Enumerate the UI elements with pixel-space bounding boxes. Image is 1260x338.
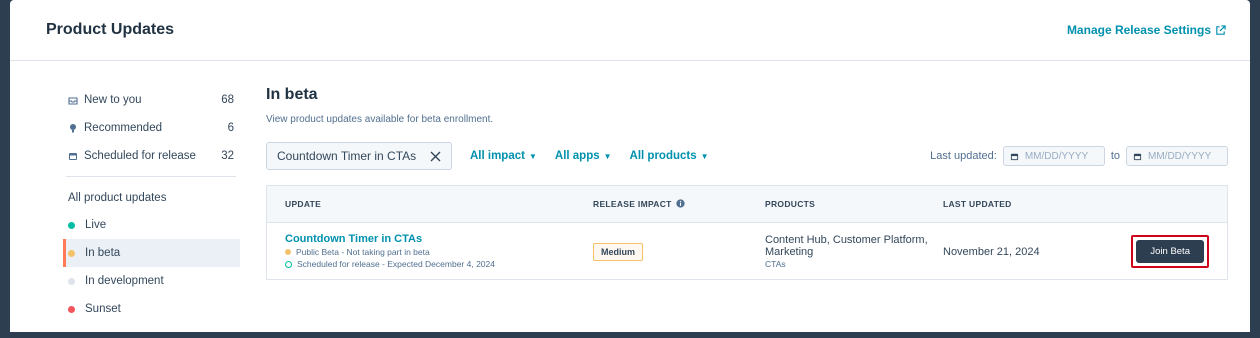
search-input[interactable]: Countdown Timer in CTAs bbox=[266, 142, 452, 170]
info-icon[interactable] bbox=[676, 199, 685, 208]
sidebar-item-label: In development bbox=[85, 275, 164, 287]
sidebar-item-count: 32 bbox=[221, 150, 234, 162]
impact-cell: Medium bbox=[593, 242, 765, 261]
sidebar-item-scheduled[interactable]: Scheduled for release 32 bbox=[66, 142, 236, 170]
date-from-input[interactable]: MM/DD/YYYY bbox=[1002, 146, 1105, 166]
filter-bar: Countdown Timer in CTAs All impact ▼ All… bbox=[266, 141, 1228, 171]
manage-link-label: Manage Release Settings bbox=[1066, 23, 1211, 37]
section-subtitle: View product updates available for beta … bbox=[266, 114, 494, 125]
sidebar-item-recommended[interactable]: Recommended 6 bbox=[66, 114, 236, 142]
product-updates-window: Product Updates Manage Release Settings … bbox=[10, 0, 1250, 332]
action-cell: Join Beta bbox=[1103, 234, 1227, 268]
status-dot-icon bbox=[285, 249, 291, 255]
date-filter-label: Last updated: bbox=[930, 150, 997, 162]
products-text: Content Hub, Customer Platform, Marketin… bbox=[765, 233, 928, 258]
schedule-line: Scheduled for release - Expected Decembe… bbox=[285, 259, 593, 269]
filter-label: All impact bbox=[470, 150, 525, 162]
date-to-placeholder: MM/DD/YYYY bbox=[1148, 150, 1212, 162]
sidebar-heading: All product updates bbox=[68, 192, 167, 204]
sidebar-item-label: In beta bbox=[85, 247, 121, 259]
filter-label: All apps bbox=[554, 150, 600, 162]
schedule-text: Scheduled for release - Expected Decembe… bbox=[297, 259, 495, 269]
section-title: In beta bbox=[266, 86, 318, 103]
status-dot-icon bbox=[68, 221, 75, 229]
sidebar-item-count: 68 bbox=[221, 94, 234, 106]
apps-filter-dropdown[interactable]: All apps ▼ bbox=[555, 150, 612, 162]
impact-badge: Medium bbox=[593, 242, 644, 261]
highlight-box: Join Beta bbox=[1131, 234, 1209, 268]
last-updated-cell: November 21, 2024 bbox=[943, 242, 1103, 260]
sidebar: New to you 68 Recommended 6 Scheduled fo… bbox=[63, 86, 240, 323]
date-to-input[interactable]: MM/DD/YYYY bbox=[1126, 146, 1228, 166]
chevron-down-icon: ▼ bbox=[528, 151, 537, 161]
products-filter-dropdown[interactable]: All products ▼ bbox=[630, 150, 709, 162]
sidebar-item-in-development[interactable]: In development bbox=[66, 267, 236, 295]
last-updated-date: November 21, 2024 bbox=[943, 246, 1040, 258]
sidebar-item-label: Live bbox=[85, 219, 107, 231]
calendar-icon bbox=[1133, 153, 1142, 160]
sidebar-item-label: Sunset bbox=[85, 303, 121, 315]
close-icon[interactable] bbox=[430, 151, 441, 162]
sidebar-divider bbox=[66, 176, 236, 177]
updates-table: UPDATE RELEASE IMPACT PRODUCTS LAST UPDA… bbox=[266, 185, 1228, 280]
products-subtext: CTAs bbox=[765, 258, 786, 269]
date-from-placeholder: MM/DD/YYYY bbox=[1024, 150, 1089, 162]
sidebar-item-count: 6 bbox=[227, 122, 234, 134]
beta-status-line: Public Beta - Not taking part in beta bbox=[285, 247, 593, 257]
date-filter: Last updated: MM/DD/YYYY to MM/DD/YYYY bbox=[930, 146, 1228, 166]
table-header: UPDATE RELEASE IMPACT PRODUCTS LAST UPDA… bbox=[267, 186, 1227, 223]
external-link-icon bbox=[1216, 24, 1226, 35]
calendar-icon bbox=[69, 153, 77, 160]
header-bar: Product Updates Manage Release Settings bbox=[10, 0, 1250, 61]
status-dot-icon bbox=[68, 249, 75, 257]
beta-status-text: Public Beta - Not taking part in beta bbox=[296, 247, 430, 257]
lightbulb-icon bbox=[70, 124, 76, 133]
table-row: Countdown Timer in CTAs Public Beta - No… bbox=[267, 223, 1227, 279]
page-title: Product Updates bbox=[46, 21, 175, 38]
search-value: Countdown Timer in CTAs bbox=[277, 149, 417, 163]
join-beta-button[interactable]: Join Beta bbox=[1136, 239, 1204, 263]
update-title-link[interactable]: Countdown Timer in CTAs bbox=[285, 233, 593, 245]
impact-filter-dropdown[interactable]: All impact ▼ bbox=[470, 150, 537, 162]
sidebar-item-label: Recommended bbox=[84, 122, 162, 134]
sidebar-item-new-to-you[interactable]: New to you 68 bbox=[66, 86, 236, 114]
sidebar-item-label: New to you bbox=[84, 94, 142, 106]
chevron-down-icon: ▼ bbox=[603, 151, 612, 161]
column-header-release-impact[interactable]: RELEASE IMPACT bbox=[593, 199, 765, 209]
main-content: In beta View product updates available f… bbox=[266, 86, 1228, 280]
chevron-down-icon: ▼ bbox=[700, 151, 709, 161]
manage-release-settings-link[interactable]: Manage Release Settings bbox=[1067, 23, 1226, 37]
schedule-ring-icon bbox=[285, 260, 292, 268]
column-header-products[interactable]: PRODUCTS bbox=[765, 199, 943, 209]
column-header-label: RELEASE IMPACT bbox=[593, 199, 672, 209]
date-to-label: to bbox=[1110, 150, 1120, 162]
inbox-icon bbox=[68, 97, 78, 105]
calendar-icon bbox=[1010, 153, 1018, 160]
status-dot-icon bbox=[68, 277, 75, 285]
products-cell: Content Hub, Customer Platform, Marketin… bbox=[765, 234, 943, 269]
sidebar-item-in-beta[interactable]: In beta bbox=[63, 239, 240, 267]
filter-label: All products bbox=[629, 150, 697, 162]
status-dot-icon bbox=[68, 305, 75, 313]
sidebar-item-sunset[interactable]: Sunset bbox=[66, 295, 236, 323]
column-header-update[interactable]: UPDATE bbox=[267, 199, 593, 209]
column-header-last-updated[interactable]: LAST UPDATED bbox=[943, 199, 1103, 209]
update-cell: Countdown Timer in CTAs Public Beta - No… bbox=[267, 233, 593, 269]
sidebar-item-label: Scheduled for release bbox=[84, 150, 196, 162]
sidebar-item-live[interactable]: Live bbox=[66, 211, 236, 239]
